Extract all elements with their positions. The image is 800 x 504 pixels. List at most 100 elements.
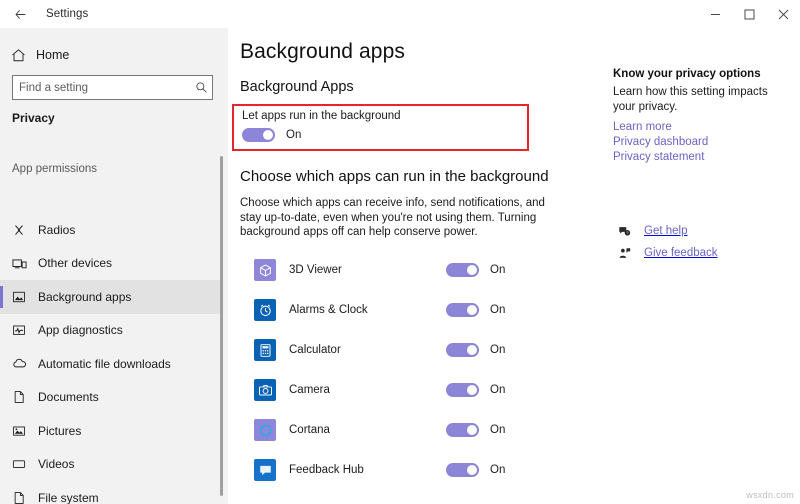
feedback-hub-icon [254, 459, 276, 481]
app-toggle-switch[interactable] [446, 303, 479, 317]
minimize-button[interactable] [698, 0, 732, 28]
pictures-icon [0, 424, 38, 438]
link-privacy-statement[interactable]: Privacy statement [613, 150, 793, 165]
sidebar-item-other-devices[interactable]: Other devices [0, 247, 221, 281]
privacy-panel-description: Learn how this setting impacts your priv… [613, 85, 778, 114]
app-toggle-switch[interactable] [446, 343, 479, 357]
calculator-icon [254, 339, 276, 361]
app-toggle-state: On [490, 424, 505, 436]
app-toggle-row[interactable]: On [446, 263, 505, 277]
sidebar-item-radios[interactable]: Radios [0, 213, 221, 247]
toggle-knob [467, 465, 477, 475]
sidebar: Home Privacy App permissions [0, 28, 228, 504]
minimize-icon [710, 9, 721, 20]
app-row[interactable]: 3D Viewer On [228, 250, 568, 290]
app-row[interactable]: Feedback Hub On [228, 450, 568, 490]
sidebar-item-automatic-file-downloads[interactable]: Automatic file downloads [0, 347, 221, 381]
sidebar-item-videos[interactable]: Videos [0, 448, 221, 482]
sidebar-item-home[interactable]: Home [0, 40, 216, 70]
sidebar-item-label: Background apps [38, 290, 131, 304]
videos-icon [0, 457, 38, 471]
toggle-knob [467, 385, 477, 395]
app-toggle-switch[interactable] [446, 263, 479, 277]
home-icon [0, 48, 36, 63]
app-toggle-row[interactable]: On [446, 303, 505, 317]
section-heading: Background Apps [240, 79, 354, 95]
toggle-knob [467, 305, 477, 315]
cortana-icon [254, 419, 276, 441]
search-box[interactable] [12, 75, 213, 100]
master-toggle-row[interactable]: On [242, 128, 301, 142]
back-button[interactable] [0, 0, 40, 28]
sidebar-item-app-diagnostics[interactable]: App diagnostics [0, 314, 221, 348]
app-name: 3D Viewer [289, 264, 342, 276]
app-row[interactable]: Cortana On [228, 410, 568, 450]
close-icon [778, 9, 789, 20]
sidebar-home-label: Home [36, 48, 69, 62]
other-devices-icon [0, 256, 38, 271]
sidebar-item-label: File system [38, 491, 99, 504]
master-toggle-state: On [286, 129, 301, 141]
app-toggle-switch[interactable] [446, 423, 479, 437]
app-name: Calculator [289, 344, 341, 356]
link-privacy-dashboard[interactable]: Privacy dashboard [613, 135, 793, 150]
sidebar-item-label: Other devices [38, 256, 112, 270]
sidebar-item-background-apps[interactable]: Background apps [0, 280, 221, 314]
app-toggle-row[interactable]: On [446, 343, 505, 357]
app-toggle-switch[interactable] [446, 463, 479, 477]
app-toggle-row[interactable]: On [446, 383, 505, 397]
sidebar-scrollbar[interactable] [220, 156, 223, 496]
app-toggle-row[interactable]: On [446, 463, 505, 477]
sidebar-item-label: Radios [38, 223, 75, 237]
background-apps-icon [0, 290, 38, 304]
sidebar-item-pictures[interactable]: Pictures [0, 414, 221, 448]
camera-icon [254, 379, 276, 401]
toggle-knob [467, 345, 477, 355]
3d-viewer-icon [254, 259, 276, 281]
link-learn-more[interactable]: Learn more [613, 120, 793, 135]
link-get-help[interactable]: ? Get help [613, 220, 718, 242]
window-controls [698, 0, 800, 28]
give-feedback-label: Give feedback [644, 247, 718, 259]
sidebar-group-label: App permissions [12, 163, 97, 175]
maximize-button[interactable] [732, 0, 766, 28]
window-title: Settings [46, 8, 88, 20]
sidebar-item-label: Videos [38, 457, 74, 471]
title-bar: Settings [0, 0, 800, 28]
watermark: wsxdn.com [746, 490, 794, 500]
toggle-knob [263, 130, 273, 140]
sidebar-item-label: App diagnostics [38, 323, 123, 337]
app-row[interactable]: Calculator On [228, 330, 568, 370]
app-name: Camera [289, 384, 330, 396]
page-title: Background apps [240, 40, 405, 64]
right-info-panel: Know your privacy options Learn how this… [613, 68, 793, 165]
back-arrow-icon [14, 8, 27, 21]
master-toggle-switch[interactable] [242, 128, 275, 142]
document-icon [0, 390, 38, 404]
alarms-clock-icon [254, 299, 276, 321]
app-toggle-switch[interactable] [446, 383, 479, 397]
sidebar-item-documents[interactable]: Documents [0, 381, 221, 415]
close-button[interactable] [766, 0, 800, 28]
sidebar-item-file-system[interactable]: File system [0, 481, 221, 504]
toggle-knob [467, 265, 477, 275]
app-diagnostics-icon [0, 323, 38, 337]
link-give-feedback[interactable]: Give feedback [613, 242, 718, 264]
app-toggle-row[interactable]: On [446, 423, 505, 437]
file-system-icon [0, 491, 38, 504]
support-links: ? Get help Give feedback [613, 220, 718, 264]
main-content: Background apps Background Apps Let apps… [228, 28, 800, 504]
get-help-label: Get help [644, 225, 687, 237]
app-row[interactable]: Camera On [228, 370, 568, 410]
give-feedback-icon [613, 247, 635, 260]
app-toggle-state: On [490, 344, 505, 356]
sidebar-category-title: Privacy [12, 111, 55, 125]
search-input[interactable] [13, 82, 190, 94]
search-icon[interactable] [190, 81, 212, 94]
toggle-knob [467, 425, 477, 435]
app-row[interactable]: Alarms & Clock On [228, 290, 568, 330]
app-toggle-state: On [490, 264, 505, 276]
sidebar-item-label: Pictures [38, 424, 81, 438]
apps-description: Choose which apps can receive info, send… [240, 196, 553, 240]
apps-list: 3D Viewer On Alarms & Clock [228, 250, 568, 490]
